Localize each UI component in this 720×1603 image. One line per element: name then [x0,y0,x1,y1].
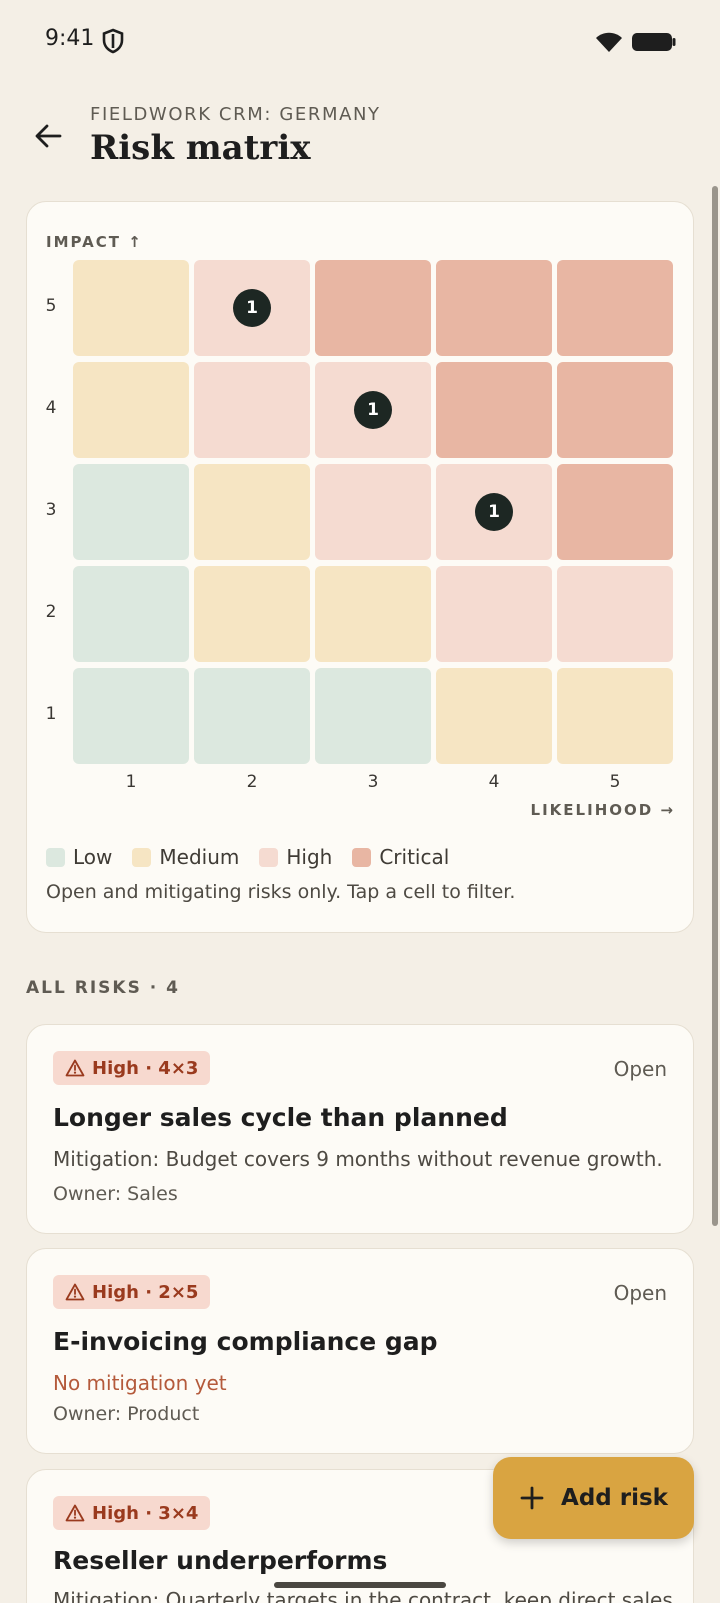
risk-mitigation: Mitigation: Quarterly targets in the con… [53,1588,673,1603]
legend-label: Critical [379,845,450,869]
matrix-cell-high[interactable]: 1 [436,464,552,560]
matrix-cell-medium[interactable] [557,668,673,764]
matrix-cell-low[interactable] [315,668,431,764]
warning-icon [65,1283,85,1301]
severity-badge-label: High · 4×3 [92,1057,199,1079]
matrix-cell-high[interactable] [315,464,431,560]
risk-title: Reseller underperforms [53,1546,388,1575]
likelihood-col-label: 3 [367,772,379,792]
legend-item-critical: Critical [352,845,449,869]
likelihood-col-label: 5 [609,772,621,792]
legend-label: Medium [159,845,240,869]
risk-mitigation: Mitigation: Budget covers 9 months witho… [53,1147,663,1171]
severity-badge-label: High · 3×4 [92,1502,199,1524]
matrix-cell-critical[interactable] [315,260,431,356]
warning-icon [65,1059,85,1077]
impact-row-label: 1 [45,704,57,724]
matrix-cell-low[interactable] [73,668,189,764]
status-time: 9:41 [45,26,95,51]
status-bar: 9:41 [0,0,720,84]
impact-row-label: 3 [45,500,57,520]
scrollbar[interactable] [712,186,718,1226]
breadcrumb: FIELDWORK CRM: GERMANY [90,104,381,125]
legend-swatch [46,847,65,867]
shield-icon [102,28,124,54]
add-risk-label: Add risk [561,1485,668,1511]
risk-card[interactable]: High · 4×3 Open Longer sales cycle than … [26,1024,694,1234]
add-risk-button[interactable]: Add risk [493,1457,694,1539]
plus-icon [520,1486,544,1510]
likelihood-col-label: 4 [488,772,500,792]
likelihood-col-label: 1 [125,772,137,792]
legend-label: Low [73,845,113,869]
likelihood-col-label: 2 [246,772,258,792]
matrix-cell-medium[interactable] [315,566,431,662]
matrix-cell-high[interactable]: 1 [315,362,431,458]
risk-card[interactable]: High · 2×5 Open E-invoicing compliance g… [26,1248,694,1454]
risk-owner: Owner: Sales [53,1183,178,1205]
risk-owner: Owner: Product [53,1403,200,1425]
section-label-all-risks: ALL RISKS · 4 [26,978,180,998]
legend-swatch [259,847,279,867]
matrix-cell-critical[interactable] [436,362,552,458]
matrix-cell-medium[interactable] [73,362,189,458]
matrix-cell-medium[interactable] [73,260,189,356]
matrix-cell-high[interactable] [194,362,310,458]
risk-title: E-invoicing compliance gap [53,1327,438,1356]
matrix-cell-high[interactable] [436,566,552,662]
matrix-cell-high[interactable] [557,566,673,662]
matrix-cell-critical[interactable] [557,362,673,458]
matrix-cell-critical[interactable] [436,260,552,356]
back-button[interactable] [28,116,68,156]
legend-item-medium: Medium [132,845,239,869]
risk-title: Longer sales cycle than planned [53,1103,508,1132]
impact-row-label: 2 [45,602,57,622]
legend-label: High [286,845,333,869]
wifi-icon [596,32,622,52]
matrix-cell-medium[interactable] [194,464,310,560]
legend-swatch [352,847,372,867]
risk-count-badge: 1 [233,289,271,327]
severity-badge: High · 2×5 [53,1275,211,1309]
matrix-cell-low[interactable] [194,668,310,764]
matrix-cell-high[interactable]: 1 [194,260,310,356]
severity-badge-label: High · 2×5 [92,1281,199,1303]
impact-row-label: 5 [45,296,57,316]
matrix-cell-low[interactable] [73,566,189,662]
matrix-cell-critical[interactable] [557,464,673,560]
status-label: Open [613,1057,667,1081]
risk-count-badge: 1 [475,493,513,531]
matrix-note: Open and mitigating risks only. Tap a ce… [46,881,516,903]
page-title: Risk matrix [90,128,311,168]
warning-icon [65,1504,85,1522]
matrix-cell-medium[interactable] [194,566,310,662]
matrix-cell-medium[interactable] [436,668,552,764]
legend: Low Medium High Critical [46,845,469,869]
impact-axis-label: IMPACT ↑ [46,233,143,251]
risk-count-badge: 1 [354,391,392,429]
legend-swatch [132,847,152,867]
status-label: Open [613,1281,667,1305]
arrow-back-icon [35,124,62,148]
legend-item-low: Low [46,845,112,869]
battery-icon [632,33,676,51]
legend-item-high: High [259,845,332,869]
severity-badge: High · 3×4 [53,1496,211,1530]
matrix-cell-low[interactable] [73,464,189,560]
matrix-cell-critical[interactable] [557,260,673,356]
risk-mitigation: No mitigation yet [53,1371,227,1395]
home-indicator [274,1582,446,1588]
likelihood-axis-label: LIKELIHOOD → [530,801,675,819]
impact-row-label: 4 [45,398,57,418]
severity-badge: High · 4×3 [53,1051,211,1085]
